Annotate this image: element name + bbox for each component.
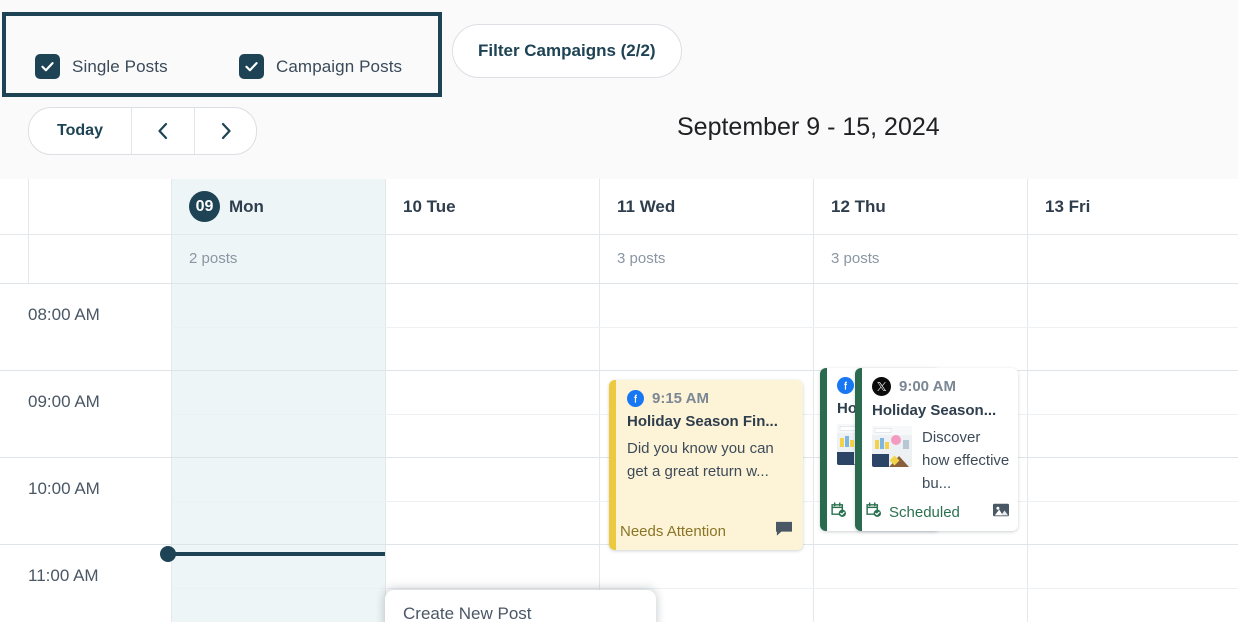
filter-bar: Single Posts Campaign Posts Filter Campa… [0,0,1238,98]
single-posts-checkbox-row[interactable]: Single Posts [35,54,168,79]
day-header-wed[interactable]: 11 Wed [599,179,813,234]
event-time: 9:15 AM [652,390,709,407]
today-button[interactable]: Today [29,108,132,154]
calendar-app: Single Posts Campaign Posts Filter Campa… [0,0,1238,622]
post-count-wed: 3 posts [617,250,666,267]
current-time-line [168,552,385,556]
event-accent-bar [855,368,862,531]
time-label-cell [28,371,171,458]
event-time: 9:00 AM [899,378,956,395]
post-count-thu: 3 posts [831,250,880,267]
checkbox-icon-single-posts[interactable] [35,54,60,79]
create-new-post-title: Create New Post [403,604,532,622]
previous-week-button[interactable] [132,108,194,154]
post-count-fri [1027,234,1238,283]
day-header-tue[interactable]: 10 Tue [385,179,599,234]
date-nav-group: Today [28,107,257,155]
calendar-header-row: 09 Mon 10 Tue 11 Wed 12 Thu 13 Fri [0,179,1238,235]
post-thumbnail [872,426,912,467]
create-new-post-popup[interactable]: Create New Post [385,590,656,622]
half-hour-line [171,327,1238,328]
time-label-1000: 10:00 AM [28,479,100,498]
half-hour-line [171,588,1238,589]
chevron-right-icon [218,121,234,141]
image-icon[interactable] [992,502,1010,523]
single-posts-label: Single Posts [72,56,168,76]
campaign-posts-checkbox-row[interactable]: Campaign Posts [239,54,402,79]
campaign-posts-label: Campaign Posts [276,56,403,76]
comment-icon[interactable] [775,521,793,542]
facebook-icon [837,377,854,394]
event-title: Holiday Season Fin... [627,413,778,430]
day-header-mon[interactable]: 09 Mon [171,179,385,234]
chevron-left-icon [155,121,171,141]
filter-campaigns-button[interactable]: Filter Campaigns (2/2) [452,24,682,78]
event-preview-text: Discover how effective bu... [922,429,1010,492]
day-header-label: Mon [229,196,264,216]
event-accent-bar [609,380,616,550]
event-preview-text: Did you know you can get a great return … [627,440,774,480]
event-status-label: Needs Attention [620,523,726,540]
hour-row[interactable]: 08:00 AM [0,283,1238,371]
day-header-thu[interactable]: 12 Thu [813,179,1027,234]
time-label-cell [28,284,171,371]
next-week-button[interactable] [194,108,256,154]
event-title: Holiday Season... [872,402,997,419]
event-accent-bar [820,368,827,531]
post-count-row: 2 posts 3 posts 3 posts [0,234,1238,284]
checkbox-icon-campaign-posts[interactable] [239,54,264,79]
post-type-filter-group: Single Posts Campaign Posts [2,12,442,97]
event-card-wed-915[interactable]: 9:15 AM Holiday Season Fin... Did you kn… [609,380,803,550]
time-label-cell [28,458,171,545]
today-day-badge: 09 [189,191,220,222]
scheduled-calendar-icon [830,501,847,523]
facebook-icon [627,390,644,407]
date-range-title: September 9 - 15, 2024 [677,113,940,141]
time-label-1100: 11:00 AM [28,566,99,585]
time-label-0800: 08:00 AM [28,305,100,324]
time-label-0900: 09:00 AM [28,392,100,411]
event-card-thu-900[interactable]: 9:00 AM Holiday Season... Discover how e… [855,368,1018,531]
day-header-fri[interactable]: 13 Fri [1027,179,1238,234]
post-count-mon: 2 posts [189,250,238,267]
post-count-tue [385,234,599,283]
scheduled-calendar-icon [865,501,882,523]
event-status-label: Scheduled [889,503,960,521]
current-time-dot [160,546,176,562]
x-twitter-icon [872,377,891,396]
